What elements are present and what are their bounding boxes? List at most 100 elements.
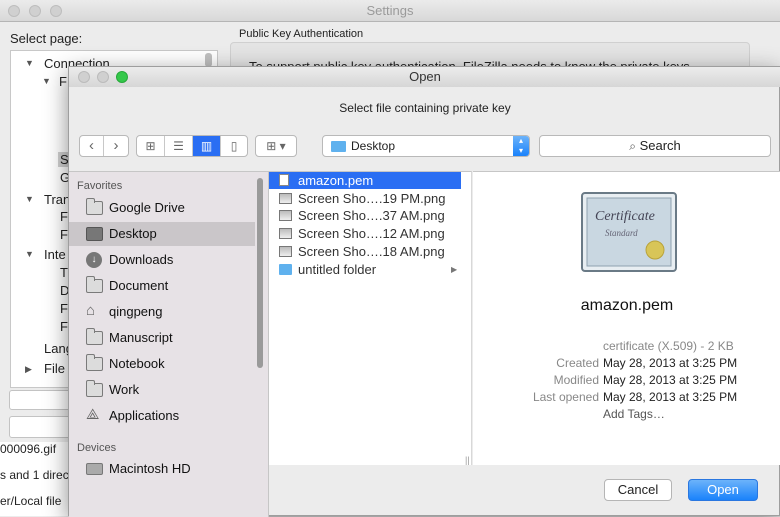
dialog-prompt: Select file containing private key xyxy=(339,101,511,115)
sidebar-item-manuscript[interactable]: Manuscript xyxy=(69,326,255,350)
sidebar-item-label: Desktop xyxy=(109,226,157,241)
file-row[interactable]: Screen Sho….19 PM.png xyxy=(269,190,461,207)
folder-icon xyxy=(279,264,292,275)
folder-icon xyxy=(86,380,103,397)
file-row[interactable]: amazon.pem xyxy=(269,172,461,189)
expand-triangle-icon[interactable]: ▼ xyxy=(25,58,34,68)
search-placeholder: Search xyxy=(639,138,681,153)
back-arrow-icon[interactable]: ‹ xyxy=(80,136,104,156)
devices-header: Devices xyxy=(77,442,117,454)
sidebar-item-downloads[interactable]: ↓ Downloads xyxy=(69,248,255,272)
sidebar: Favorites Google Drive Desktop ↓ Downloa… xyxy=(69,171,269,517)
image-icon xyxy=(279,246,292,257)
coverflow-view-icon[interactable]: ▯ xyxy=(221,136,247,156)
favorites-header: Favorites xyxy=(77,180,123,192)
modified-value: May 28, 2013 at 3:25 PM xyxy=(603,373,738,387)
desktop-icon xyxy=(86,227,103,241)
tree-scrollbar[interactable] xyxy=(205,53,212,67)
dialog-zoom-button[interactable] xyxy=(116,71,128,83)
settings-close-button[interactable] xyxy=(8,5,20,17)
sidebar-item-desktop[interactable]: Desktop xyxy=(69,222,255,246)
nav-button-group: ‹ › xyxy=(79,135,129,157)
open-button[interactable]: Open xyxy=(688,479,758,501)
tree-item-file-editing[interactable]: File xyxy=(44,361,65,376)
background-status-area: 000096.gif s and 1 direc er/Local file xyxy=(0,442,70,516)
settings-zoom-button[interactable] xyxy=(50,5,62,17)
seal-icon xyxy=(645,240,665,260)
tree-item-interface[interactable]: Inte xyxy=(44,247,66,262)
file-row[interactable]: Screen Sho….37 AM.png xyxy=(269,207,461,224)
sidebar-item-applications[interactable]: ⟁ Applications xyxy=(69,404,255,428)
sidebar-item-label: Downloads xyxy=(109,252,174,267)
last-opened-label: Last opened xyxy=(532,390,599,404)
column-view-icon[interactable]: ▥ xyxy=(193,136,221,156)
certificate-icon: Certificate Standard xyxy=(581,192,677,272)
icon-view-icon[interactable]: ⊞ xyxy=(137,136,165,156)
preview-kind: certificate (X.509) - 2 KB xyxy=(603,339,734,353)
image-icon xyxy=(279,193,292,204)
file-row[interactable]: untitled folder ▶ xyxy=(269,261,461,278)
file-name: Screen Sho….18 AM.png xyxy=(298,244,445,259)
dialog-close-button[interactable] xyxy=(78,71,90,83)
applications-icon: ⟁ xyxy=(86,406,100,423)
arrange-button[interactable]: ⊞ ▾ xyxy=(255,135,297,157)
home-icon: ⌂ xyxy=(86,302,96,319)
tree-item-transfers[interactable]: Tran xyxy=(44,192,70,207)
document-icon xyxy=(279,174,289,186)
settings-button[interactable] xyxy=(9,416,71,438)
file-name: untitled folder xyxy=(298,262,377,277)
desktop-folder-icon xyxy=(331,141,346,152)
dialog-minimize-button[interactable] xyxy=(97,71,109,83)
sidebar-item-label: Google Drive xyxy=(109,200,185,215)
sidebar-item-work[interactable]: Work xyxy=(69,378,255,402)
cert-line-1: Certificate xyxy=(595,209,655,224)
disclosure-arrow-icon: ▶ xyxy=(451,265,458,274)
sidebar-item-home[interactable]: ⌂ qingpeng xyxy=(69,300,255,324)
sidebar-item-label: Document xyxy=(109,278,169,293)
section-title: Public Key Authentication xyxy=(239,28,364,40)
folder-icon xyxy=(86,328,103,345)
sidebar-item-label: qingpeng xyxy=(109,304,163,319)
location-popup[interactable]: Desktop ▴ ▾ xyxy=(322,135,530,157)
settings-minimize-button[interactable] xyxy=(29,5,41,17)
collapse-triangle-icon[interactable]: ▶ xyxy=(25,364,32,375)
image-icon xyxy=(279,210,292,221)
file-name: amazon.pem xyxy=(298,173,374,188)
folder-icon xyxy=(86,198,103,215)
cancel-button[interactable]: Cancel xyxy=(604,479,672,501)
file-row[interactable]: Screen Sho….12 AM.png xyxy=(269,225,461,242)
file-row[interactable]: Screen Sho….18 AM.png xyxy=(269,243,461,260)
sidebar-item-document[interactable]: Document xyxy=(69,274,255,298)
settings-title: Settings xyxy=(366,3,414,18)
forward-arrow-icon[interactable]: › xyxy=(104,136,128,156)
select-page-label: Select page: xyxy=(10,31,83,46)
settings-field[interactable] xyxy=(9,390,71,410)
search-field[interactable]: ⌕ Search xyxy=(539,135,771,157)
file-name: Screen Sho….19 PM.png xyxy=(298,191,446,206)
arrange-grid-icon: ⊞ ▾ xyxy=(266,139,286,153)
folder-icon xyxy=(86,276,103,293)
sidebar-item-label: Work xyxy=(109,382,140,397)
view-mode-group: ⊞ ☰ ▥ ▯ xyxy=(136,135,248,157)
sidebar-scrollbar[interactable] xyxy=(257,178,263,368)
cert-line-2: Standard xyxy=(605,228,638,238)
sidebar-item-device[interactable]: Macintosh HD xyxy=(69,457,255,481)
downloads-icon: ↓ xyxy=(86,252,102,268)
sidebar-item-google-drive[interactable]: Google Drive xyxy=(69,196,255,220)
modified-label: Modified xyxy=(553,373,599,387)
column-resize-handle[interactable]: || xyxy=(465,455,470,465)
expand-triangle-icon[interactable]: ▼ xyxy=(25,249,34,259)
folder-icon xyxy=(86,354,103,371)
list-view-icon[interactable]: ☰ xyxy=(165,136,193,156)
expand-triangle-icon[interactable]: ▼ xyxy=(42,76,51,86)
sidebar-item-notebook[interactable]: Notebook xyxy=(69,352,255,376)
settings-titlebar: Settings xyxy=(0,0,780,22)
status-local-file: er/Local file xyxy=(0,494,62,508)
add-tags-link[interactable]: Add Tags… xyxy=(603,407,665,421)
expand-triangle-icon[interactable]: ▼ xyxy=(25,194,34,204)
created-value: May 28, 2013 at 3:25 PM xyxy=(603,356,738,370)
tree-item-ftp[interactable]: F xyxy=(59,74,67,89)
status-summary: s and 1 direc xyxy=(0,468,69,482)
search-icon: ⌕ xyxy=(629,139,636,153)
sidebar-item-label: Notebook xyxy=(109,356,165,371)
